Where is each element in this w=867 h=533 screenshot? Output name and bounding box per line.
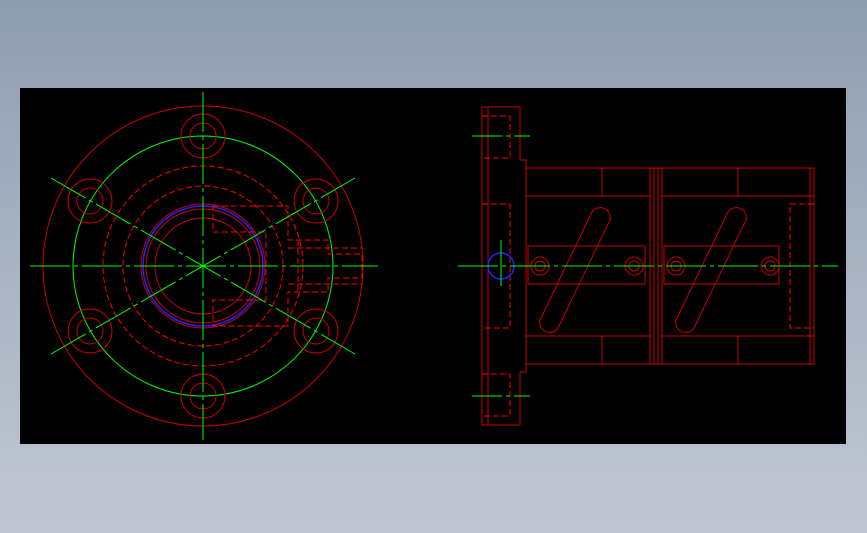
cad-drawing-canvas[interactable] — [20, 88, 846, 444]
front-view — [30, 92, 378, 440]
flange-hidden-bolt-bottom — [482, 373, 511, 417]
block-1-inner-rect — [527, 245, 646, 285]
keyway-hidden-outline — [212, 205, 363, 327]
flange-hidden-bolt-top — [482, 115, 511, 159]
cad-drawing-viewport[interactable] — [20, 88, 846, 444]
side-view — [458, 106, 838, 426]
block-1-slot — [539, 207, 611, 333]
block-2-slot — [675, 207, 747, 333]
